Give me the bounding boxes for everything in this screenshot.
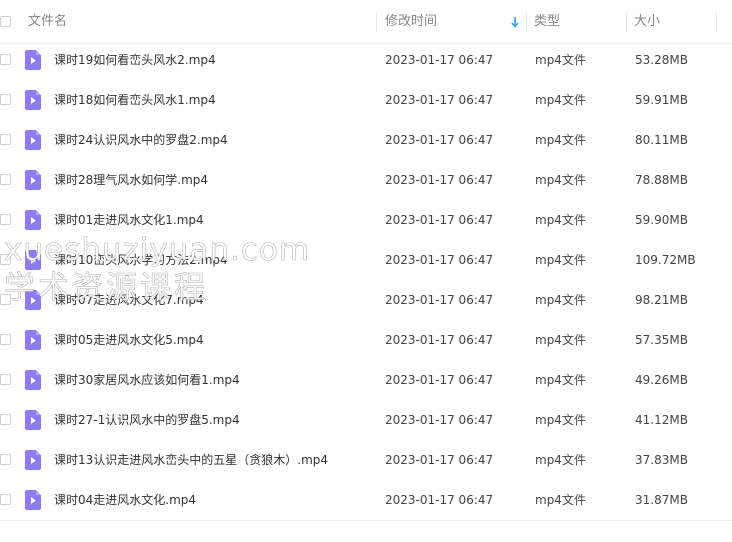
table-row[interactable]: 课时18如何看峦头风水1.mp4 2023-01-17 06:47 mp4文件 … bbox=[0, 80, 732, 120]
video-file-icon bbox=[25, 250, 41, 270]
file-name[interactable]: 课时07走进风水文化7.mp4 bbox=[54, 280, 204, 320]
file-size: 109.72MB bbox=[635, 253, 696, 267]
row-checkbox[interactable] bbox=[0, 414, 11, 425]
file-size: 78.88MB bbox=[635, 173, 688, 187]
video-file-icon bbox=[25, 410, 41, 430]
file-type: mp4文件 bbox=[535, 93, 586, 107]
row-checkbox[interactable] bbox=[0, 134, 11, 145]
table-header: 文件名 修改时间 类型 大小 bbox=[0, 0, 732, 44]
file-name[interactable]: 课时18如何看峦头风水1.mp4 bbox=[54, 80, 216, 120]
file-modified: 2023-01-17 06:47 bbox=[385, 53, 494, 67]
video-file-icon bbox=[25, 130, 41, 150]
file-modified: 2023-01-17 06:47 bbox=[385, 333, 494, 347]
file-modified: 2023-01-17 06:47 bbox=[385, 293, 494, 307]
column-divider[interactable] bbox=[526, 12, 527, 32]
file-type: mp4文件 bbox=[535, 53, 586, 67]
video-file-icon bbox=[25, 210, 41, 230]
file-name[interactable]: 课时04走进风水文化.mp4 bbox=[54, 480, 196, 520]
file-name[interactable]: 课时19如何看峦头风水2.mp4 bbox=[54, 40, 216, 80]
file-modified: 2023-01-17 06:47 bbox=[385, 373, 494, 387]
file-name[interactable]: 课时05走进风水文化5.mp4 bbox=[54, 320, 204, 360]
file-name[interactable]: 课时10峦头风水学习方法2.mp4 bbox=[54, 240, 228, 280]
row-checkbox[interactable] bbox=[0, 454, 11, 465]
file-type: mp4文件 bbox=[535, 133, 586, 147]
table-row[interactable]: 课时04走进风水文化.mp4 2023-01-17 06:47 mp4文件 31… bbox=[0, 480, 732, 520]
file-modified: 2023-01-17 06:47 bbox=[385, 253, 494, 267]
table-row[interactable]: 课时13认识走进风水峦头中的五星（贪狼木）.mp4 2023-01-17 06:… bbox=[0, 440, 732, 480]
file-modified: 2023-01-17 06:47 bbox=[385, 173, 494, 187]
table-row[interactable]: 课时01走进风水文化1.mp4 2023-01-17 06:47 mp4文件 5… bbox=[0, 200, 732, 240]
file-modified: 2023-01-17 06:47 bbox=[385, 213, 494, 227]
file-name[interactable]: 课时28理气风水如何学.mp4 bbox=[54, 160, 208, 200]
row-checkbox[interactable] bbox=[0, 294, 11, 305]
video-file-icon bbox=[25, 170, 41, 190]
file-name[interactable]: 课时30家居风水应该如何看1.mp4 bbox=[54, 360, 240, 400]
file-type: mp4文件 bbox=[535, 293, 586, 307]
row-checkbox[interactable] bbox=[0, 54, 11, 65]
file-size: 57.35MB bbox=[635, 333, 688, 347]
video-file-icon bbox=[25, 330, 41, 350]
file-rows: 课时19如何看峦头风水2.mp4 2023-01-17 06:47 mp4文件 … bbox=[0, 40, 732, 520]
row-checkbox[interactable] bbox=[0, 94, 11, 105]
table-row[interactable]: 课时19如何看峦头风水2.mp4 2023-01-17 06:47 mp4文件 … bbox=[0, 40, 732, 80]
file-size: 59.90MB bbox=[635, 213, 688, 227]
file-size: 49.26MB bbox=[635, 373, 688, 387]
video-file-icon bbox=[25, 290, 41, 310]
select-all-checkbox[interactable] bbox=[0, 16, 11, 27]
file-size: 53.28MB bbox=[635, 53, 688, 67]
table-row[interactable]: 课时07走进风水文化7.mp4 2023-01-17 06:47 mp4文件 9… bbox=[0, 280, 732, 320]
video-file-icon bbox=[25, 50, 41, 70]
file-name[interactable]: 课时24认识风水中的罗盘2.mp4 bbox=[54, 120, 228, 160]
row-checkbox[interactable] bbox=[0, 334, 11, 345]
row-checkbox[interactable] bbox=[0, 494, 11, 505]
file-type: mp4文件 bbox=[535, 213, 586, 227]
file-modified: 2023-01-17 06:47 bbox=[385, 453, 494, 467]
file-size: 98.21MB bbox=[635, 293, 688, 307]
file-type: mp4文件 bbox=[535, 173, 586, 187]
file-name[interactable]: 课时13认识走进风水峦头中的五星（贪狼木）.mp4 bbox=[54, 440, 328, 480]
file-size: 80.11MB bbox=[635, 133, 688, 147]
file-type: mp4文件 bbox=[535, 493, 586, 507]
file-name[interactable]: 课时27-1认识风水中的罗盘5.mp4 bbox=[54, 400, 240, 440]
file-type: mp4文件 bbox=[535, 333, 586, 347]
file-size: 31.87MB bbox=[635, 493, 688, 507]
column-divider[interactable] bbox=[716, 12, 717, 32]
file-type: mp4文件 bbox=[535, 413, 586, 427]
video-file-icon bbox=[25, 370, 41, 390]
file-size: 59.91MB bbox=[635, 93, 688, 107]
file-type: mp4文件 bbox=[535, 253, 586, 267]
file-modified: 2023-01-17 06:47 bbox=[385, 413, 494, 427]
row-checkbox[interactable] bbox=[0, 374, 11, 385]
file-size: 37.83MB bbox=[635, 453, 688, 467]
table-row[interactable]: 课时30家居风水应该如何看1.mp4 2023-01-17 06:47 mp4文… bbox=[0, 360, 732, 400]
table-row[interactable]: 课时05走进风水文化5.mp4 2023-01-17 06:47 mp4文件 5… bbox=[0, 320, 732, 360]
list-bottom-divider bbox=[0, 520, 732, 521]
video-file-icon bbox=[25, 490, 41, 510]
table-row[interactable]: 课时10峦头风水学习方法2.mp4 2023-01-17 06:47 mp4文件… bbox=[0, 240, 732, 280]
file-modified: 2023-01-17 06:47 bbox=[385, 493, 494, 507]
file-modified: 2023-01-17 06:47 bbox=[385, 133, 494, 147]
sort-down-arrow-icon[interactable] bbox=[510, 15, 520, 29]
column-header-name[interactable]: 文件名 bbox=[28, 0, 67, 44]
row-checkbox[interactable] bbox=[0, 174, 11, 185]
table-row[interactable]: 课时28理气风水如何学.mp4 2023-01-17 06:47 mp4文件 7… bbox=[0, 160, 732, 200]
column-divider[interactable] bbox=[376, 12, 377, 32]
column-header-modified[interactable]: 修改时间 bbox=[385, 0, 437, 44]
video-file-icon bbox=[25, 90, 41, 110]
file-type: mp4文件 bbox=[535, 453, 586, 467]
column-divider[interactable] bbox=[626, 12, 627, 32]
row-checkbox[interactable] bbox=[0, 254, 11, 265]
column-header-size[interactable]: 大小 bbox=[634, 0, 660, 44]
table-row[interactable]: 课时27-1认识风水中的罗盘5.mp4 2023-01-17 06:47 mp4… bbox=[0, 400, 732, 440]
row-checkbox[interactable] bbox=[0, 214, 11, 225]
file-size: 41.12MB bbox=[635, 413, 688, 427]
column-header-type[interactable]: 类型 bbox=[534, 0, 560, 44]
file-list: 文件名 修改时间 类型 大小 课时19如何看峦头风水2.mp4 2023-01-… bbox=[0, 0, 732, 542]
file-modified: 2023-01-17 06:47 bbox=[385, 93, 494, 107]
file-name[interactable]: 课时01走进风水文化1.mp4 bbox=[54, 200, 204, 240]
file-type: mp4文件 bbox=[535, 373, 586, 387]
table-row[interactable]: 课时24认识风水中的罗盘2.mp4 2023-01-17 06:47 mp4文件… bbox=[0, 120, 732, 160]
video-file-icon bbox=[25, 450, 41, 470]
